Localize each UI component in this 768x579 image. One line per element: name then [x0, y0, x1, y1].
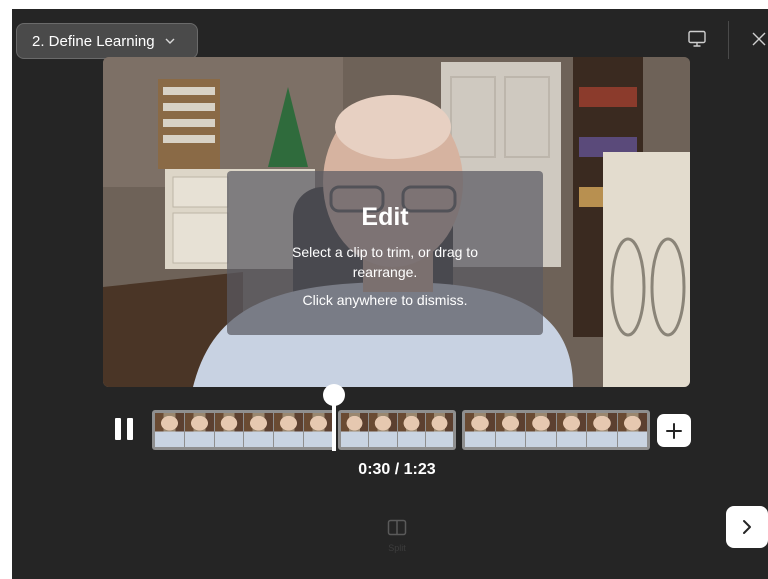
video-editor: 2. Define Learning Edit Select a clip to…	[12, 9, 768, 579]
pause-button[interactable]	[113, 416, 135, 444]
edit-tip-title: Edit	[361, 203, 409, 231]
clip-thumbnail	[465, 413, 495, 447]
edit-tip-overlay[interactable]: Edit Select a clip to trim, or drag to r…	[227, 171, 543, 335]
clip-thumbnail	[274, 413, 304, 447]
clip-thumbnail	[304, 413, 333, 447]
section-dropdown-label: 2. Define Learning	[32, 32, 155, 50]
monitor-icon	[688, 30, 706, 47]
cast-button[interactable]	[685, 27, 709, 51]
add-clip-button[interactable]	[657, 414, 691, 447]
split-icon	[387, 519, 407, 536]
clip-thumbnail	[425, 413, 453, 447]
clip-thumbnail	[244, 413, 274, 447]
timeline-clip-3[interactable]	[462, 410, 650, 450]
clip-thumbnail	[495, 413, 525, 447]
clip-thumbnail	[184, 413, 214, 447]
clip-thumbnail	[214, 413, 244, 447]
edit-tip-description: Select a clip to trim, or drag to rearra…	[292, 244, 478, 280]
chevron-right-icon	[743, 520, 751, 534]
video-preview[interactable]: Edit Select a clip to trim, or drag to r…	[103, 57, 690, 387]
clip-thumbnail	[397, 413, 425, 447]
chevron-down-icon	[165, 38, 175, 44]
clip-thumbnail	[369, 413, 397, 447]
clip-thumbnail	[341, 413, 369, 447]
clip-thumbnail	[587, 413, 617, 447]
close-button[interactable]	[748, 27, 768, 51]
clip-thumbnail	[556, 413, 586, 447]
clip-thumbnail	[617, 413, 647, 447]
time-readout: 0:30 / 1:23	[358, 461, 436, 478]
section-dropdown[interactable]: 2. Define Learning	[16, 23, 198, 59]
clip-thumbnail	[526, 413, 556, 447]
split-button[interactable]: Split	[380, 519, 414, 563]
timeline-clip-1[interactable]	[152, 410, 336, 450]
plus-icon	[666, 422, 682, 439]
next-button[interactable]	[726, 506, 768, 548]
close-icon	[752, 32, 766, 46]
playhead-handle[interactable]	[323, 384, 345, 406]
split-label: Split	[388, 543, 406, 553]
header-divider	[728, 21, 729, 59]
edit-tip-dismiss-hint: Click anywhere to dismiss.	[302, 292, 468, 308]
timeline-clip-2[interactable]	[338, 410, 456, 450]
clip-timeline	[152, 410, 650, 450]
clip-thumbnail	[155, 413, 184, 447]
